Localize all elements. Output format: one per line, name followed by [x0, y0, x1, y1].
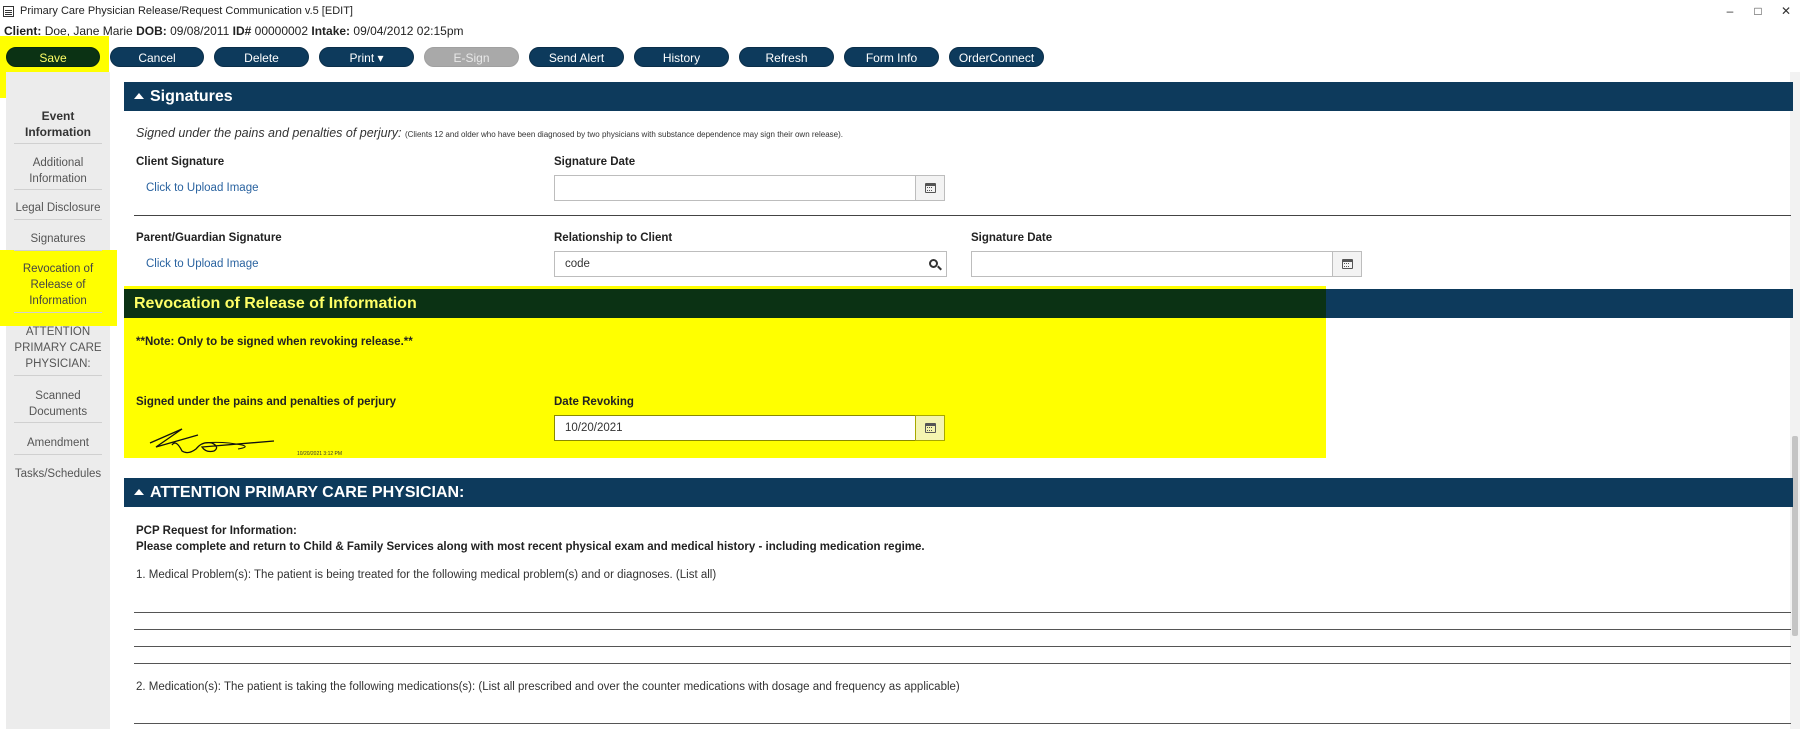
section-title: ATTENTION PRIMARY CARE PHYSICIAN:	[150, 484, 465, 501]
date-revoking-input[interactable]: 10/20/2021	[554, 415, 916, 441]
maximize-icon[interactable]: □	[1744, 0, 1772, 22]
signatures-section-header[interactable]: Signatures	[124, 82, 1793, 111]
delete-button[interactable]: Delete	[214, 47, 309, 67]
attention-section-header[interactable]: ATTENTION PRIMARY CARE PHYSICIAN:	[124, 478, 1793, 507]
revocation-title-wrap: Revocation of Release of Information	[134, 289, 417, 318]
guardian-signature-date-input[interactable]	[971, 251, 1333, 277]
signature-date-input[interactable]	[554, 175, 916, 201]
cancel-button[interactable]: Cancel	[110, 47, 204, 67]
date-revoking-label: Date Revoking	[554, 396, 634, 408]
esign-button[interactable]: E-Sign	[424, 47, 519, 67]
nav-amendment[interactable]: Amendment	[14, 431, 102, 455]
window-titlebar: Primary Care Physician Release/Request C…	[0, 0, 1800, 22]
calendar-button-2[interactable]	[1332, 251, 1362, 277]
question-medications: 2. Medication(s): The patient is taking …	[136, 681, 960, 693]
refresh-button[interactable]: Refresh	[739, 47, 834, 67]
guardian-signature-date-label: Signature Date	[971, 232, 1053, 244]
pcp-instructions: Please complete and return to Child & Fa…	[136, 541, 925, 553]
window-controls: – □ ✕	[1716, 0, 1800, 22]
perjury-note: (Clients 12 and older who have been diag…	[404, 130, 843, 139]
upload-guardian-signature-link[interactable]: Click to Upload Image	[146, 258, 259, 270]
calendar-icon	[924, 423, 936, 433]
answer-line[interactable]	[134, 663, 1791, 664]
relationship-search-button[interactable]	[922, 251, 946, 277]
calendar-icon	[1341, 259, 1353, 269]
window-title: Primary Care Physician Release/Request C…	[20, 5, 353, 17]
nav-additional-information[interactable]: Additional Information	[14, 152, 102, 190]
pcp-request-label: PCP Request for Information:	[136, 525, 297, 537]
client-dob: 09/08/2011	[170, 24, 230, 38]
calendar-button[interactable]	[915, 175, 945, 201]
perjury-statement: Signed under the pains and penalties of …	[136, 126, 843, 140]
divider	[134, 215, 1791, 216]
relationship-label: Relationship to Client	[554, 232, 673, 244]
upload-client-signature-link[interactable]: Click to Upload Image	[146, 182, 259, 194]
section-title: Revocation of Release of Information	[134, 295, 417, 312]
print-button[interactable]: Print ▾	[319, 47, 414, 67]
toolbar: Save Cancel Delete Print ▾ E-Sign Send A…	[6, 47, 1054, 68]
answer-line[interactable]	[134, 612, 1791, 613]
calendar-icon	[924, 183, 936, 193]
guardian-signature-label: Parent/Guardian Signature	[136, 232, 282, 244]
minimize-icon[interactable]: –	[1716, 0, 1744, 22]
client-intake: 09/04/2012 02:15pm	[353, 24, 464, 38]
send-alert-button[interactable]: Send Alert	[529, 47, 624, 67]
scrollbar-thumb[interactable]	[1792, 436, 1798, 636]
search-icon	[928, 258, 938, 268]
answer-line[interactable]	[134, 629, 1791, 630]
answer-line[interactable]	[134, 646, 1791, 647]
client-signature-label: Client Signature	[136, 156, 225, 168]
question-medical-problems: 1. Medical Problem(s): The patient is be…	[136, 569, 717, 581]
collapse-caret-icon	[134, 93, 144, 99]
client-id: 00000002	[254, 24, 309, 38]
form-icon	[3, 5, 14, 17]
nav-attention-pcp[interactable]: ATTENTION PRIMARY CARE PHYSICIAN:	[14, 322, 102, 376]
section-nav: Event Information Additional Information…	[0, 72, 117, 729]
nav-scanned-documents[interactable]: Scanned Documents	[14, 385, 102, 423]
nav-event-information[interactable]: Event Information	[14, 104, 102, 144]
relationship-input[interactable]: code	[554, 251, 947, 277]
answer-line[interactable]	[134, 723, 1791, 724]
dob-label: DOB:	[136, 24, 167, 38]
signature-timestamp: 10/20/2021 3:12 PM	[297, 451, 343, 457]
close-icon[interactable]: ✕	[1772, 0, 1800, 22]
order-connect-button[interactable]: OrderConnect	[949, 47, 1044, 67]
section-title: Signatures	[150, 88, 233, 105]
revocation-perjury-label: Signed under the pains and penalties of …	[136, 396, 397, 408]
intake-label: Intake:	[311, 24, 351, 38]
calendar-button-3[interactable]	[915, 415, 945, 441]
form-info-button[interactable]: Form Info	[844, 47, 939, 67]
signature-date-label: Signature Date	[554, 156, 636, 168]
nav-revocation[interactable]: Revocation of Release of Information	[14, 259, 102, 313]
nav-legal-disclosure[interactable]: Legal Disclosure	[14, 196, 102, 220]
nav-tasks-schedules[interactable]: Tasks/Schedules	[14, 462, 102, 486]
revocation-note: **Note: Only to be signed when revoking …	[136, 336, 413, 348]
id-label: ID#	[232, 24, 252, 38]
history-button[interactable]: History	[634, 47, 729, 67]
save-button[interactable]: Save	[6, 47, 100, 67]
collapse-caret-icon	[134, 489, 144, 495]
perjury-main: Signed under the pains and penalties of …	[136, 126, 402, 140]
nav-signatures[interactable]: Signatures	[14, 227, 102, 251]
